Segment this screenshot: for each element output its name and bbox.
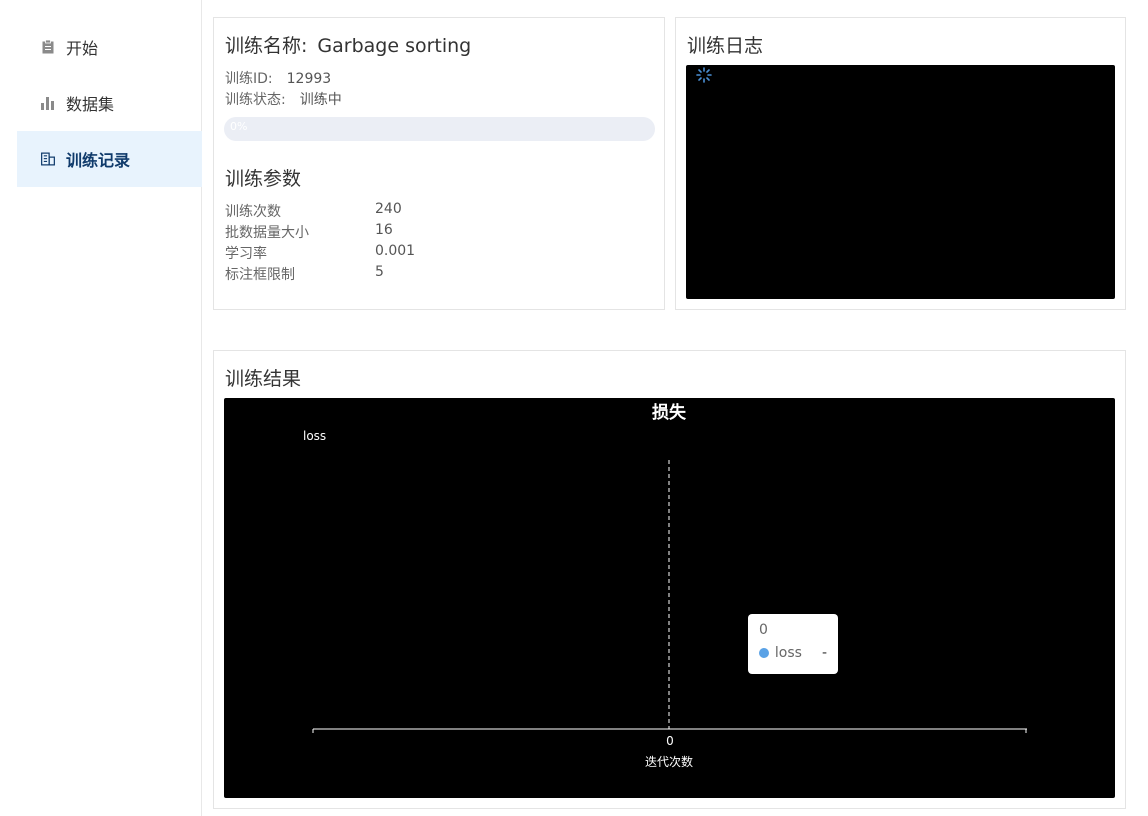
params-title: 训练参数	[225, 168, 302, 190]
param-row: 批数据量大小 16	[225, 222, 525, 242]
tooltip-series-row: loss -	[759, 645, 827, 661]
training-result-card: 训练结果 损失 loss 0 迭代次数 0 loss -	[213, 350, 1126, 809]
x-axis-label: 迭代次数	[645, 754, 693, 769]
bar-chart-icon	[41, 96, 55, 110]
chart-tooltip: 0 loss -	[748, 614, 838, 674]
param-value: 0.001	[375, 243, 416, 259]
sidebar-item-label: 数据集	[66, 95, 115, 114]
sidebar-item-label: 开始	[66, 39, 99, 58]
param-value: 240	[375, 201, 402, 217]
training-name-value: Garbage sorting	[317, 35, 472, 57]
tooltip-x-value: 0	[759, 622, 768, 638]
training-id-value: 12993	[286, 71, 332, 87]
building-icon	[41, 152, 55, 166]
training-info-card: 训练名称: Garbage sorting 训练ID: 12993 训练状态: 训练中…	[213, 17, 665, 310]
tooltip-series-value: -	[821, 645, 827, 661]
loss-chart-svg: 损失 loss 0 迭代次数	[303, 402, 1027, 769]
sidebar-item-label: 训练记录	[66, 151, 131, 170]
x-tick-labels: 0	[666, 734, 674, 748]
loading-spinner-icon	[696, 67, 712, 83]
log-console[interactable]	[686, 65, 1115, 299]
sidebar-item-training-records[interactable]: 训练记录	[17, 131, 202, 187]
series-color-dot	[759, 648, 769, 658]
param-value: 16	[375, 222, 393, 238]
param-row: 标注框限制 5	[225, 264, 525, 284]
param-key: 学习率	[225, 246, 267, 262]
progress-text: 0%	[230, 120, 248, 133]
training-name: 训练名称: Garbage sorting	[225, 31, 471, 58]
result-title: 训练结果	[225, 368, 302, 390]
sidebar-item-dataset[interactable]: 数据集	[17, 75, 202, 131]
loss-chart[interactable]: 损失 loss 0 迭代次数 0 loss -	[224, 398, 1115, 798]
sidebar-nav: 开始 数据集 训练记录	[17, 19, 202, 187]
param-key: 标注框限制	[225, 267, 295, 283]
param-row: 训练次数 240	[225, 201, 525, 221]
tooltip-series-name: loss	[774, 645, 802, 661]
training-name-label: 训练名称:	[225, 35, 308, 57]
clipboard-icon	[41, 40, 55, 54]
training-status-label: 训练状态:	[225, 92, 286, 108]
training-status-value: 训练中	[299, 92, 342, 108]
training-status: 训练状态: 训练中	[225, 89, 342, 109]
sidebar: 开始 数据集 训练记录	[0, 0, 202, 816]
x-tick-label: 0	[666, 734, 674, 748]
param-value: 5	[375, 264, 384, 280]
param-key: 批数据量大小	[225, 225, 309, 241]
param-key: 训练次数	[225, 204, 281, 220]
training-log-card: 训练日志	[675, 17, 1126, 310]
log-title: 训练日志	[687, 35, 764, 57]
sidebar-item-start[interactable]: 开始	[17, 19, 202, 75]
training-progress-bar: 0%	[224, 117, 655, 141]
training-id-label: 训练ID:	[225, 71, 273, 87]
chart-title: 损失	[652, 402, 687, 423]
legend-item-loss[interactable]: loss	[303, 429, 326, 443]
training-id: 训练ID: 12993	[225, 68, 331, 88]
param-row: 学习率 0.001	[225, 243, 525, 263]
